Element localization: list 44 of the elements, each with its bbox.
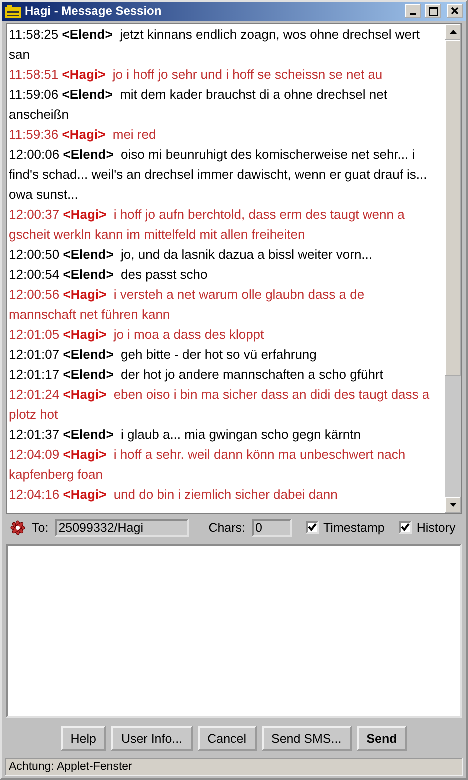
- checkbox-label: History: [416, 520, 456, 535]
- close-icon: [451, 7, 459, 16]
- to-label: To:: [32, 520, 49, 535]
- checkbox[interactable]: [398, 521, 412, 534]
- dialog-button[interactable]: Help: [60, 726, 106, 751]
- chat-message: 12:01:05 <Hagi> jo i moa a dass des kloppt: [9, 326, 266, 344]
- maximize-button[interactable]: [425, 4, 441, 18]
- check-icon: [308, 523, 317, 532]
- up-arrow-icon: [450, 30, 456, 34]
- chat-message: 12:01:24 <Hagi> eben oiso i bin ma sicher dass an didi des taugt dass a plotz hot: [9, 386, 431, 424]
- maximize-icon: [428, 6, 438, 16]
- chat-message: 12:00:54 <Elend> des passt scho: [9, 266, 209, 284]
- chat-message: 12:01:07 <Elend> geh bitte - der hot so vü erfahrung: [9, 346, 318, 364]
- app-icon: [5, 4, 21, 18]
- chat-message: 12:04:16 <Hagi> und do bin i ziemlich sicher dabei dann: [9, 486, 339, 504]
- status-bar: Achtung: Applet-Fenster: [5, 758, 463, 776]
- close-button[interactable]: [447, 4, 463, 18]
- scroll-up-button[interactable]: [445, 24, 461, 40]
- dialog-button[interactable]: Send: [356, 726, 408, 751]
- flower-icon: [10, 520, 26, 536]
- scroll-down-button[interactable]: [445, 496, 461, 513]
- chat-message: 11:59:06 <Elend> mit dem kader brauchst di a ohne drechsel net anscheißn: [9, 86, 388, 124]
- checkbox-label: Timestamp: [324, 520, 385, 535]
- chat-message: 12:01:37 <Elend> i glaub a... mia gwingan scho gegn kärntn: [9, 426, 362, 444]
- scrollbar-thumb[interactable]: [445, 40, 461, 376]
- chars-label: Chars:: [208, 520, 246, 535]
- chat-message: 11:58:51 <Hagi> jo i hoff jo sehr und i hoff se scheissn se net au: [9, 66, 384, 84]
- window-title: Hagi - Message Session: [25, 4, 163, 18]
- chat-message: 11:59:36 <Hagi> mei red: [9, 126, 158, 144]
- chat-message: 12:00:37 <Hagi> i hoff jo aufn berchtold, dass erm des taugt wenn a gscheit werkln kann im mittelfeld mit allen freiheiten: [9, 206, 406, 244]
- chat-message: 11:58:25 <Elend> jetzt kinnans endlich zoagn, wos ohne drechsel wert san: [9, 26, 421, 64]
- chat-message: 12:00:06 <Elend> oiso mi beunruhigt des komischerweise net sehr... i find's schad... weil's an drechsel immer dawischt, wenn er guat drauf is... owa sunst...: [9, 146, 428, 204]
- chat-message: 12:01:17 <Elend> der hot jo andere mannschaften a scho gführt: [9, 366, 384, 384]
- dialog-button[interactable]: Cancel: [198, 726, 257, 751]
- chars-field: 0: [252, 518, 292, 537]
- recipient-field[interactable]: 25099332/Hagi: [54, 518, 189, 537]
- chat-message: 12:00:50 <Elend> jo, und da lasnik dazua a bissl weiter vorn...: [9, 246, 374, 264]
- checkbox[interactable]: [306, 521, 319, 534]
- check-icon: [400, 523, 410, 532]
- dialog-button[interactable]: Send SMS...: [262, 726, 352, 751]
- down-arrow-icon: [450, 502, 456, 507]
- message-input[interactable]: [6, 544, 462, 718]
- dialog-button[interactable]: User Info...: [111, 726, 193, 751]
- minimize-button[interactable]: [405, 4, 421, 18]
